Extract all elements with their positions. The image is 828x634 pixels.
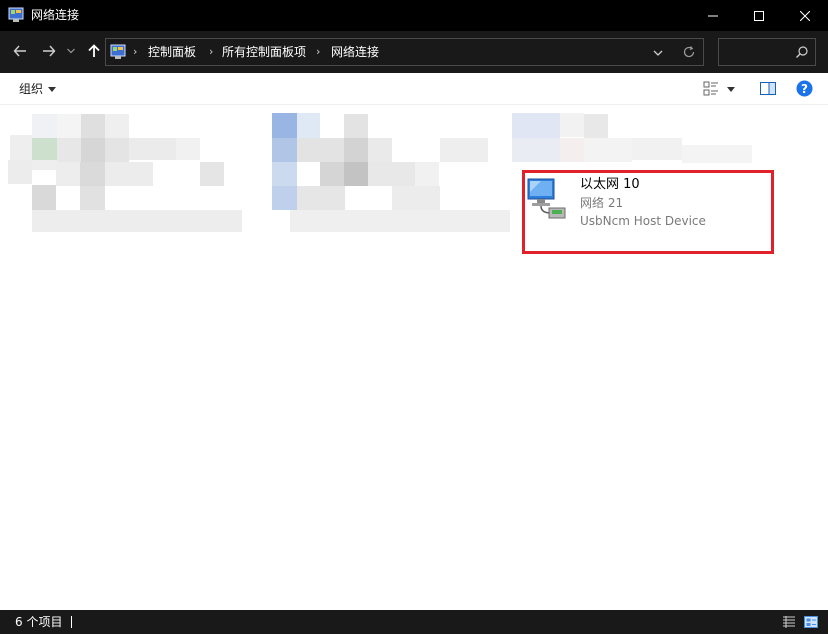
maximize-icon (754, 10, 764, 21)
change-view-button[interactable] (703, 81, 743, 97)
breadcrumb-separator[interactable]: › (133, 45, 137, 59)
organize-menu[interactable]: 组织 (19, 81, 57, 97)
refresh-icon[interactable] (681, 44, 697, 60)
item-name: 以太网 10 (580, 177, 640, 192)
breadcrumb-all-items[interactable]: 所有控制面板项 (222, 44, 306, 60)
control-panel-icon (110, 44, 126, 59)
close-button[interactable] (782, 0, 828, 31)
explorer-window: 网络连接 › 控制面板 › 所有控制面板项 › 网络连接 组织 ? 以太网 10… (0, 0, 828, 634)
tiles-view-icon[interactable] (804, 615, 818, 629)
item-status: 网络 21 (580, 196, 624, 210)
recent-locations-button[interactable] (62, 39, 80, 63)
forward-arrow-icon (43, 45, 56, 57)
chevron-down-icon (727, 86, 735, 92)
command-bar: 组织 ? (0, 73, 828, 105)
back-arrow-icon (13, 45, 26, 57)
preview-pane-icon[interactable] (760, 81, 776, 97)
close-icon (800, 10, 810, 21)
breadcrumb-control-panel[interactable]: 控制面板 (148, 44, 196, 60)
chevron-down-icon[interactable] (650, 45, 666, 61)
item-count: 6 个项目 (15, 615, 63, 629)
minimize-button[interactable] (690, 0, 736, 31)
file-list-pane: 以太网 10 网络 21 UsbNcm Host Device (0, 105, 828, 610)
forward-button[interactable] (37, 39, 61, 63)
breadcrumb-separator[interactable]: › (209, 45, 213, 59)
svg-text:?: ? (801, 82, 808, 96)
search-icon[interactable] (795, 45, 809, 59)
breadcrumb-network-connections[interactable]: 网络连接 (331, 44, 379, 60)
window-title: 网络连接 (31, 8, 80, 22)
chevron-down-icon (67, 48, 75, 54)
network-adapter-icon (527, 178, 566, 219)
navigation-bar: › 控制面板 › 所有控制面板项 › 网络连接 (0, 31, 828, 73)
control-panel-icon (8, 7, 24, 22)
title-bar: 网络连接 (0, 0, 828, 31)
search-box[interactable] (718, 38, 816, 66)
minimize-icon (708, 15, 718, 16)
status-divider (71, 616, 72, 628)
breadcrumb-separator[interactable]: › (316, 45, 320, 59)
up-arrow-icon (88, 44, 100, 57)
maximize-button[interactable] (736, 0, 782, 31)
address-bar[interactable]: › 控制面板 › 所有控制面板项 › 网络连接 (105, 38, 704, 66)
organize-label: 组织 (19, 82, 44, 96)
chevron-down-icon (48, 86, 57, 92)
view-options-icon (703, 81, 718, 96)
status-bar: 6 个项目 (0, 610, 828, 634)
help-icon[interactable]: ? (796, 80, 813, 97)
details-view-icon[interactable] (782, 615, 796, 629)
item-device: UsbNcm Host Device (580, 214, 706, 228)
up-button[interactable] (82, 39, 106, 63)
back-button[interactable] (8, 39, 32, 63)
